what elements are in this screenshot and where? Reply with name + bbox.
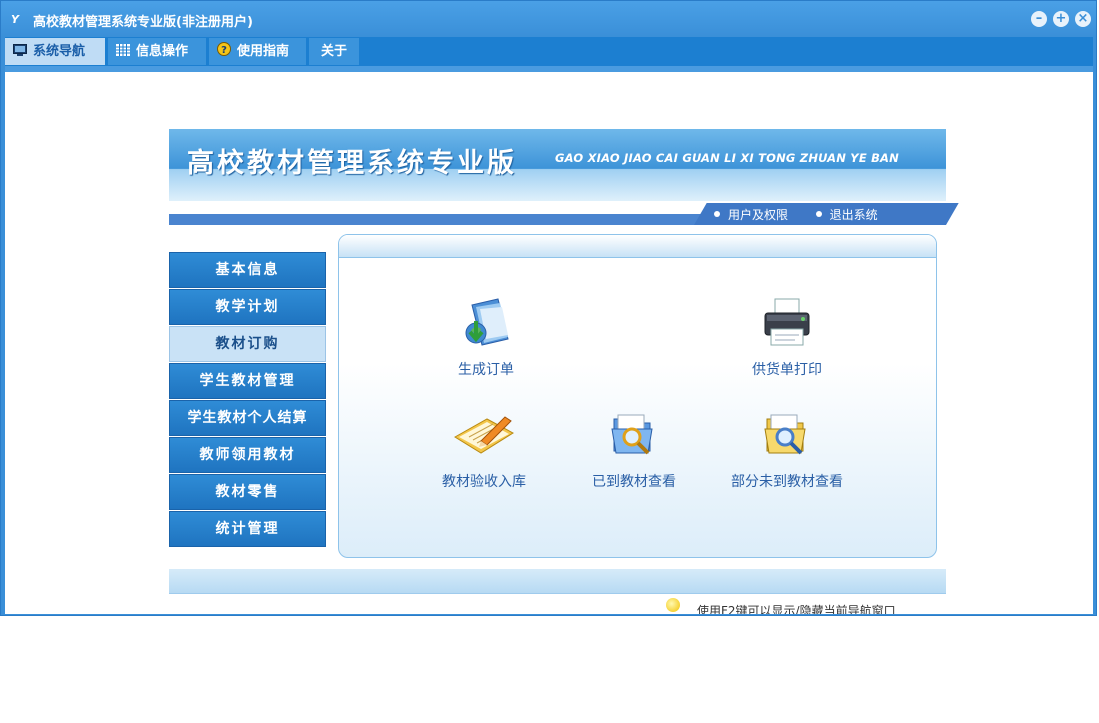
monitor-icon: [13, 39, 27, 56]
svg-text:?: ?: [221, 45, 227, 56]
function-label: 教材验收入库: [442, 474, 526, 490]
nav-item-textbook-ordering[interactable]: 教材订购: [169, 326, 326, 362]
folder-download-icon: [458, 295, 514, 351]
panel-header: [339, 235, 936, 258]
folder-search-icon: [606, 407, 662, 463]
banner-pinyin: GAO XIAO JIAO CAI GUAN LI XI TONG ZHUAN …: [555, 151, 899, 165]
nav-item-student-personal-settlement[interactable]: 学生教材个人结算: [169, 400, 326, 436]
grid-icon: [116, 39, 130, 56]
title-bar: Y 高校教材管理系统专业版(非注册用户) – + ×: [1, 1, 1096, 37]
app-logo-icon: Y: [11, 13, 19, 26]
tab-info-operation[interactable]: 信息操作: [108, 38, 206, 65]
arrived-textbooks-view-button[interactable]: 已到教材查看: [569, 407, 699, 491]
lightbulb-icon: [666, 598, 680, 612]
function-label: 生成订单: [458, 362, 514, 378]
close-icon[interactable]: ×: [1075, 11, 1091, 27]
app-window: Y 高校教材管理系统专业版(非注册用户) – + × 系统导航 信息操作 ? 使…: [0, 0, 1097, 616]
tab-user-guide[interactable]: ? 使用指南: [209, 38, 306, 65]
minimize-icon[interactable]: –: [1031, 11, 1047, 27]
textbook-receiving-button[interactable]: 教材验收入库: [419, 407, 549, 491]
notebook-pencil-icon: [451, 407, 517, 463]
bullet-icon: [714, 211, 720, 217]
nav-item-statistics-management[interactable]: 统计管理: [169, 511, 326, 547]
shortcut-hint: 使用F2键可以显示/隐藏当前导航窗口: [697, 604, 896, 614]
function-label: 部分未到教材查看: [731, 474, 843, 490]
partially-missing-textbooks-view-button[interactable]: 部分未到教材查看: [722, 407, 852, 491]
print-supply-list-button[interactable]: 供货单打印: [722, 295, 852, 379]
maximize-icon[interactable]: +: [1053, 11, 1069, 27]
user-permissions-link[interactable]: 用户及权限: [714, 208, 788, 222]
exit-system-link[interactable]: 退出系统: [815, 208, 878, 222]
function-label: 供货单打印: [752, 362, 822, 378]
nav-item-basic-info[interactable]: 基本信息: [169, 252, 326, 288]
link-bar: 用户及权限 退出系统: [169, 203, 959, 225]
link-label: 用户及权限: [728, 208, 789, 222]
nav-item-teaching-plan[interactable]: 教学计划: [169, 289, 326, 325]
system-banner: 高校教材管理系统专业版 GAO XIAO JIAO CAI GUAN LI XI…: [169, 129, 946, 201]
nav-item-student-textbook-management[interactable]: 学生教材管理: [169, 363, 326, 399]
help-icon: ?: [217, 39, 231, 56]
function-panel: 生成订单 供货单打印 教材验收入库 已到教材查看 部分未到教材查看: [338, 234, 937, 558]
folder-search-icon: [759, 407, 815, 463]
nav-item-teacher-textbook-use[interactable]: 教师领用教材: [169, 437, 326, 473]
status-strip: 使用F2键可以显示/隐藏当前导航窗口: [169, 593, 946, 614]
tab-label: 关于: [321, 44, 348, 59]
main-content: 高校教材管理系统专业版 GAO XIAO JIAO CAI GUAN LI XI…: [5, 66, 1093, 614]
link-label: 退出系统: [829, 208, 878, 222]
tab-about[interactable]: 关于: [309, 38, 359, 65]
generate-order-button[interactable]: 生成订单: [421, 295, 551, 379]
function-label: 已到教材查看: [592, 474, 676, 490]
banner-title: 高校教材管理系统专业版: [187, 148, 517, 179]
tab-label: 信息操作: [136, 44, 189, 59]
footer-bar: [169, 569, 946, 593]
printer-icon: [759, 295, 815, 351]
tab-system-navigation[interactable]: 系统导航: [5, 38, 105, 65]
menu-bar: 系统导航 信息操作 ? 使用指南 关于: [5, 37, 1093, 66]
nav-item-textbook-retail[interactable]: 教材零售: [169, 474, 326, 510]
window-title: 高校教材管理系统专业版(非注册用户): [33, 15, 253, 30]
tab-label: 系统导航: [33, 44, 86, 59]
bullet-icon: [815, 211, 822, 217]
tab-label: 使用指南: [237, 44, 290, 59]
side-navigation: 基本信息 教学计划 教材订购 学生教材管理 学生教材个人结算 教师领用教材 教材…: [169, 252, 326, 548]
